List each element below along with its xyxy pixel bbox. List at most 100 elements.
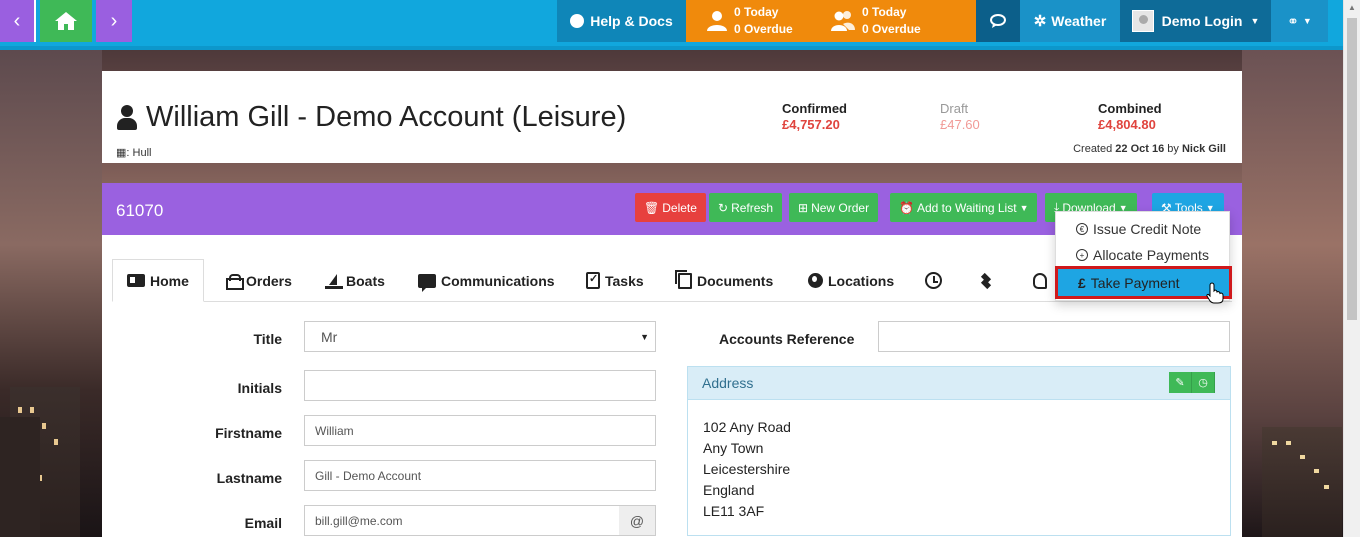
account-id: 61070 <box>116 201 164 220</box>
chat-icon <box>990 14 1006 28</box>
new-order-button[interactable]: ⊞ New Order <box>789 193 879 222</box>
accounts-reference-input[interactable] <box>878 321 1230 352</box>
users-icon <box>831 11 855 31</box>
tab-boats[interactable]: Boats <box>325 259 385 302</box>
menu-item-issue-credit-note[interactable]: € Issue Credit Note <box>1056 217 1229 241</box>
caret-down-icon: ▼ <box>1250 16 1260 26</box>
confirmed-total: Confirmed £4,757.20 <box>782 101 847 132</box>
layers-icon <box>978 273 994 289</box>
tab-tasks[interactable]: Tasks <box>586 259 644 302</box>
firstname-label: Firstname <box>215 425 282 441</box>
tab-documents[interactable]: Documents <box>675 259 774 302</box>
tab-profile[interactable] <box>1033 259 1047 302</box>
page-scrollbar[interactable]: ▲ <box>1343 0 1360 537</box>
tab-home[interactable]: Home <box>112 259 204 302</box>
tab-history[interactable] <box>925 259 942 302</box>
chevron-right-icon: › <box>110 9 118 32</box>
links-menu-button[interactable]: ⚭ ▼ <box>1271 0 1328 42</box>
tab-locations[interactable]: Locations <box>808 259 894 302</box>
tasks-group-a[interactable]: 0 Today 0 Overdue <box>706 4 793 38</box>
euro-icon: € <box>1076 223 1088 235</box>
created-by: Nick Gill <box>1181 143 1226 155</box>
waiting-list-label: Add to Waiting List <box>916 200 1017 215</box>
tasks-summary[interactable]: 0 Today 0 Overdue 0 Today 0 Overdue <box>686 0 976 42</box>
refresh-button[interactable]: ↻ Refresh <box>709 193 783 222</box>
tab-communications[interactable]: Communications <box>418 259 555 302</box>
menu-item-allocate-payments[interactable]: + Allocate Payments <box>1056 243 1229 267</box>
lastname-input[interactable]: Gill - Demo Account <box>304 460 656 491</box>
user-icon <box>116 104 138 131</box>
background-building <box>1262 427 1342 537</box>
tasks-group-b[interactable]: 0 Today 0 Overdue <box>830 4 921 38</box>
at-icon: @ <box>629 512 645 529</box>
tab-orders-label: Orders <box>246 272 292 289</box>
alarm-icon: ⏰ <box>899 200 914 215</box>
background-left <box>0 50 102 537</box>
tasks-a-today: 0 Today <box>734 5 779 19</box>
id-card-icon <box>127 274 145 287</box>
background-building <box>0 417 40 537</box>
back-button[interactable]: ‹ <box>0 0 36 42</box>
address-line: 102 Any Road <box>703 419 791 435</box>
title-select[interactable]: Mr ▼ <box>304 321 656 352</box>
weather-button[interactable]: ✲ Weather <box>1020 0 1120 42</box>
delete-label: Delete <box>662 200 697 215</box>
combined-value: £4,804.80 <box>1098 117 1156 132</box>
basket-icon <box>225 273 244 290</box>
combined-total: Combined £4,804.80 <box>1098 101 1162 132</box>
chat-button[interactable] <box>976 0 1020 42</box>
caret-down-icon: ▼ <box>1019 202 1029 213</box>
hand-cursor-icon <box>1206 282 1224 304</box>
home-button[interactable] <box>40 0 92 42</box>
clock-icon <box>925 272 942 289</box>
weather-label: Weather <box>1051 13 1107 29</box>
address-history-button[interactable]: ◷ <box>1192 372 1215 393</box>
building-icon: ▦ <box>116 147 127 159</box>
scroll-up-icon[interactable]: ▲ <box>1348 3 1356 12</box>
account-header: William Gill - Demo Account (Leisure) ▦:… <box>102 71 1242 163</box>
avatar <box>1131 10 1154 32</box>
tools-dropdown-menu: € Issue Credit Note + Allocate Payments … <box>1055 211 1232 301</box>
firstname-value: William <box>315 423 354 438</box>
tasks-b-overdue: 0 Overdue <box>862 22 921 36</box>
tab-tasks-label: Tasks <box>605 272 644 289</box>
address-panel-header: Address ✎ ◷ <box>688 367 1230 400</box>
pound-icon: £ <box>1078 274 1086 291</box>
tab-documents-label: Documents <box>697 272 774 289</box>
globe-icon <box>808 273 823 288</box>
basket-icon: ⊞ <box>798 200 809 215</box>
initials-input[interactable] <box>304 370 656 401</box>
address-line: LE11 3AF <box>703 503 765 519</box>
address-actions: ✎ ◷ <box>1169 372 1215 393</box>
email-addon: @ <box>619 505 656 536</box>
scrollbar-thumb[interactable] <box>1347 18 1357 320</box>
allocate-icon: + <box>1076 249 1088 261</box>
top-navbar: ‹ › Help & Docs 0 Today 0 Overdue 0 Toda… <box>0 0 1343 50</box>
clock-icon: ◷ <box>1198 377 1208 389</box>
created-by-prefix: by <box>1167 143 1179 155</box>
waiting-list-button[interactable]: ⏰ Add to Waiting List ▼ <box>890 193 1038 222</box>
location-text: : Hull <box>126 147 152 159</box>
tab-orders[interactable]: Orders <box>225 259 292 302</box>
edit-address-button[interactable]: ✎ <box>1169 372 1192 393</box>
tab-home-label: Home <box>150 272 189 289</box>
draft-value: £47.60 <box>940 117 980 132</box>
tab-boats-label: Boats <box>346 272 385 289</box>
tab-layers[interactable] <box>978 259 994 302</box>
menu-item-take-payment[interactable]: £ Take Payment <box>1055 266 1232 299</box>
help-docs-button[interactable]: Help & Docs <box>557 0 686 42</box>
trash-icon: 🗑 <box>644 200 660 215</box>
account-name: William Gill - Demo Account (Leisure) <box>146 101 627 133</box>
documents-icon <box>675 269 692 289</box>
accounts-reference-label: Accounts Reference <box>719 331 855 347</box>
delete-button[interactable]: 🗑 Delete <box>635 193 706 222</box>
user-menu-button[interactable]: Demo Login ▼ <box>1120 0 1271 42</box>
forward-button[interactable]: › <box>96 0 132 42</box>
firstname-input[interactable]: William <box>304 415 656 446</box>
refresh-icon: ↻ <box>718 200 729 215</box>
refresh-label: Refresh <box>731 200 774 215</box>
email-field[interactable]: bill.gill@me.com <box>304 505 620 536</box>
address-lines: 102 Any Road Any Town Leicestershire Eng… <box>688 400 1230 537</box>
email-label: Email <box>244 515 282 531</box>
caret-down-icon: ▼ <box>1302 16 1312 26</box>
